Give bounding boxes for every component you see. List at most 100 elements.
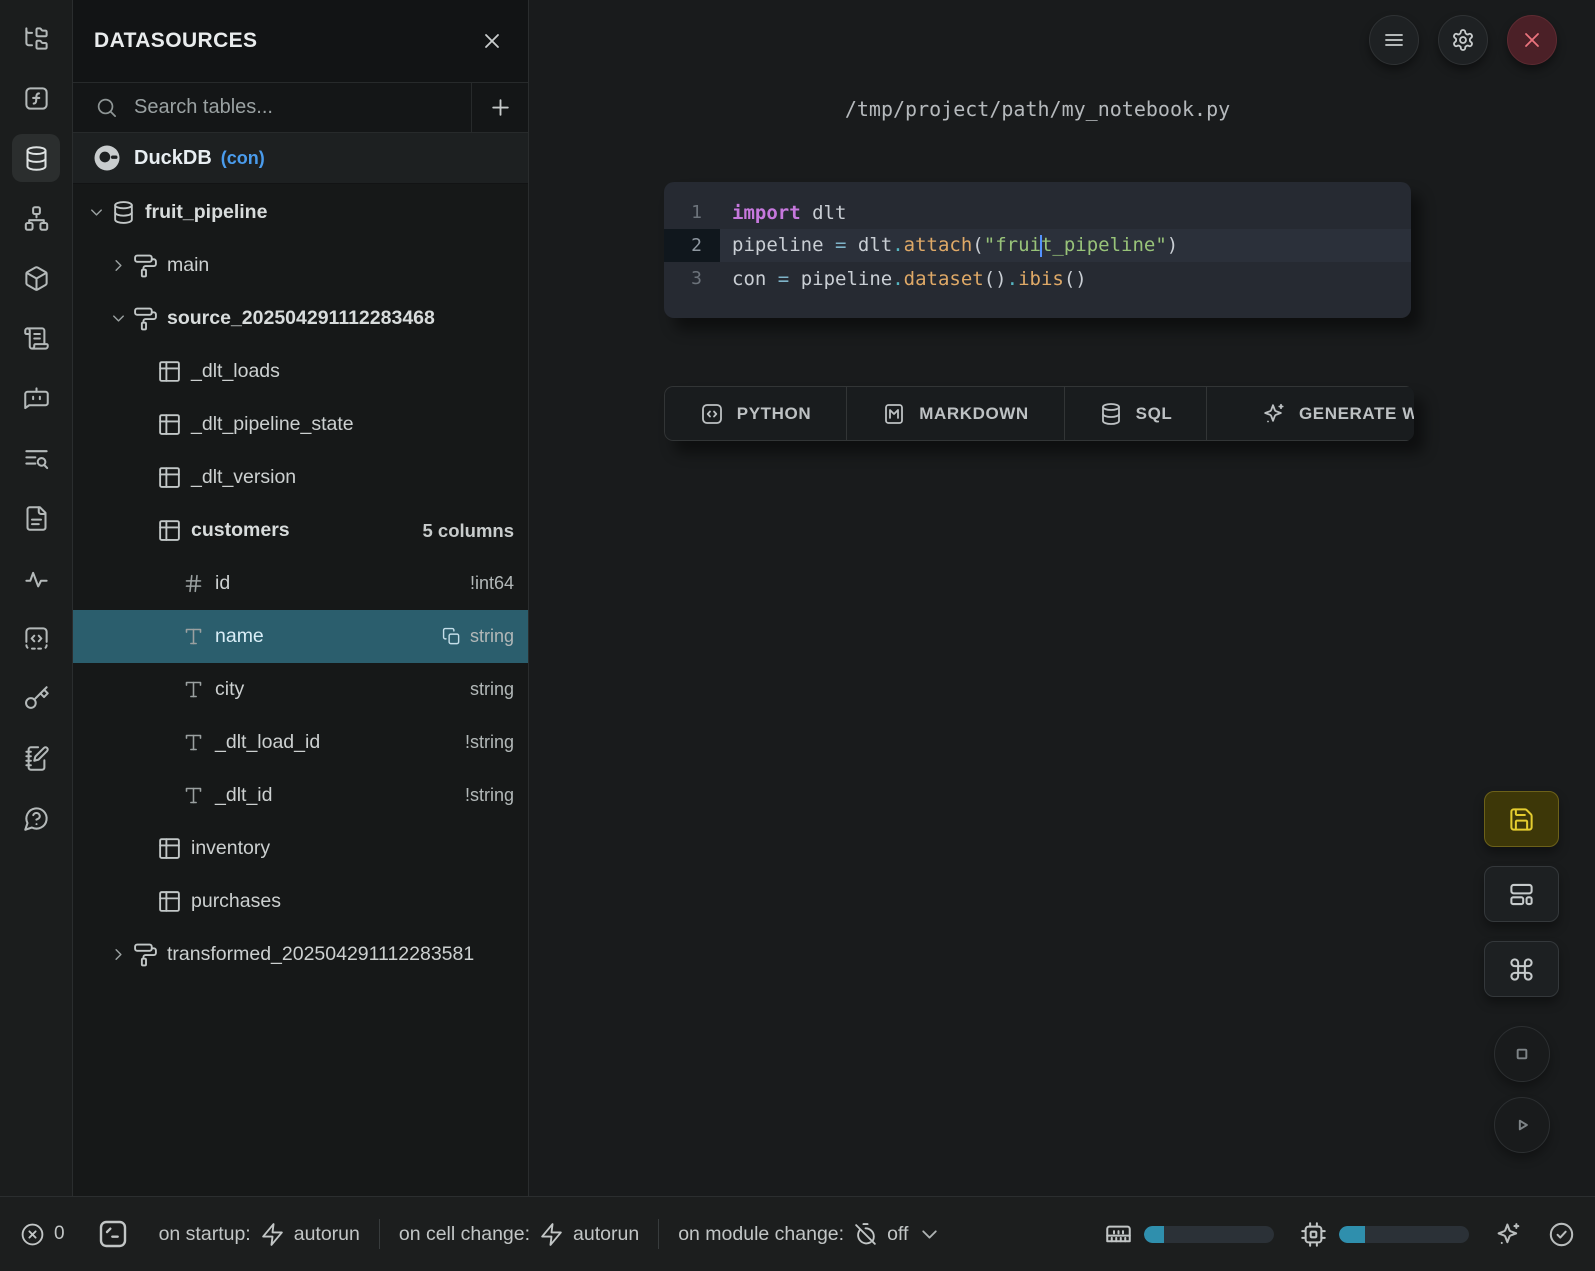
- code-cell[interactable]: 1import dlt2pipeline = dlt.attach("fruit…: [664, 182, 1411, 318]
- tree-table-_dlt_loads[interactable]: _dlt_loads: [73, 345, 528, 398]
- sidebar-item-documentation[interactable]: [12, 314, 60, 362]
- folder-tree-icon: [23, 25, 50, 52]
- add-datasource-button[interactable]: [471, 83, 528, 132]
- search-input[interactable]: [134, 96, 471, 119]
- chevron-right-icon: [109, 256, 128, 275]
- column-label: name: [215, 625, 264, 648]
- chevron-down-icon[interactable]: [87, 203, 111, 223]
- generate-with-ai-button[interactable]: GENERATE WITH AI: [1207, 386, 1414, 441]
- on-cell-change-setting[interactable]: on cell change:autorun: [399, 1222, 639, 1247]
- sparkles-icon: [1262, 402, 1286, 426]
- column-label: _dlt_id: [215, 784, 272, 807]
- settings-button[interactable]: [1438, 15, 1488, 65]
- add-sql-cell-button[interactable]: SQL: [1065, 386, 1207, 441]
- type-icon: [183, 785, 204, 806]
- tree-schema-source_202504291112283468[interactable]: source_202504291112283468: [73, 292, 528, 345]
- line-number: 1: [664, 196, 720, 229]
- stop-button[interactable]: [1494, 1026, 1550, 1082]
- chevron-down-icon[interactable]: [109, 309, 133, 329]
- chevron-right-icon: [109, 945, 128, 964]
- copy-icon[interactable]: [442, 627, 461, 646]
- sidebar-item-logs[interactable]: [12, 434, 60, 482]
- column-label: city: [215, 678, 244, 701]
- tree-database-fruit_pipeline[interactable]: fruit_pipeline: [73, 186, 528, 239]
- tree-column-name[interactable]: namestring: [73, 610, 528, 663]
- chevron-right-icon[interactable]: [109, 256, 133, 276]
- on-cell-change-value: autorun: [573, 1223, 639, 1246]
- connection-name: DuckDB: [134, 147, 212, 170]
- table-label: inventory: [191, 837, 270, 860]
- panel-header: DATASOURCES: [73, 0, 528, 83]
- run-button[interactable]: [1494, 1097, 1550, 1153]
- keyboard-shortcuts-button[interactable]: [1484, 941, 1559, 997]
- chevron-right-icon[interactable]: [109, 945, 133, 965]
- divider: [658, 1219, 659, 1249]
- tree-table-_dlt_version[interactable]: _dlt_version: [73, 451, 528, 504]
- ai-sparkles-icon[interactable]: [1495, 1221, 1522, 1248]
- add-python-cell-button[interactable]: PYTHON: [664, 386, 847, 441]
- table-label: purchases: [191, 890, 281, 913]
- tree-table-_dlt_pipeline_state[interactable]: _dlt_pipeline_state: [73, 398, 528, 451]
- terminal-icon[interactable]: [97, 1218, 129, 1250]
- health-check-icon[interactable]: [1548, 1221, 1575, 1248]
- sidebar-item-tracing[interactable]: [12, 554, 60, 602]
- tree-column-_dlt_id[interactable]: _dlt_id!string: [73, 769, 528, 822]
- errors-indicator[interactable]: 0: [20, 1222, 65, 1247]
- layout-top-icon: [1508, 881, 1535, 908]
- plus-icon: [488, 95, 513, 120]
- save-button[interactable]: [1484, 791, 1559, 847]
- table-label: _dlt_pipeline_state: [191, 413, 354, 436]
- close-panel-icon[interactable]: [480, 29, 504, 53]
- on-module-change-setting[interactable]: on module change:off: [678, 1222, 942, 1247]
- on-startup-setting[interactable]: on startup:autorun: [159, 1222, 360, 1247]
- table-meta: 5 columns: [423, 520, 515, 542]
- notebook-menu-button[interactable]: [1369, 15, 1419, 65]
- tree-schema-transformed_202504291112283581[interactable]: transformed_202504291112283581: [73, 928, 528, 981]
- tree-column-id[interactable]: id!int64: [73, 557, 528, 610]
- type-icon: [183, 626, 204, 647]
- sidebar-item-datasources[interactable]: [12, 134, 60, 182]
- paint-roller-icon: [133, 306, 158, 331]
- table-icon: [157, 889, 182, 914]
- sidebar-item-file-explorer[interactable]: [12, 14, 60, 62]
- statusbar-right: [1105, 1221, 1575, 1248]
- tree-schema-main[interactable]: main: [73, 239, 528, 292]
- sidebar-item-scratchpad[interactable]: [12, 734, 60, 782]
- network-icon: [23, 205, 50, 232]
- table-label: _dlt_version: [191, 466, 296, 489]
- tree-column-_dlt_load_id[interactable]: _dlt_load_id!string: [73, 716, 528, 769]
- chevron-down-icon: [87, 203, 106, 222]
- tree-table-purchases[interactable]: purchases: [73, 875, 528, 928]
- datasource-tree: fruit_pipelinemain source_202504291112283…: [73, 184, 528, 981]
- sidebar-item-packages[interactable]: [12, 254, 60, 302]
- notebook-pen-icon: [23, 745, 50, 772]
- connection-duckdb[interactable]: DuckDB (con): [73, 133, 528, 184]
- sidebar-item-secrets[interactable]: [12, 674, 60, 722]
- notebook-actions: [1369, 15, 1557, 65]
- sidebar-item-outline[interactable]: [12, 614, 60, 662]
- add-markdown-cell-label: MARKDOWN: [919, 404, 1029, 424]
- layout-button[interactable]: [1484, 866, 1559, 922]
- add-markdown-cell-button[interactable]: MARKDOWN: [847, 386, 1065, 441]
- tree-table-customers[interactable]: customers5 columns: [73, 504, 528, 557]
- hash-icon: [183, 573, 204, 594]
- sidebar-item-chat[interactable]: [12, 374, 60, 422]
- search-field: [73, 83, 471, 132]
- file-text-icon: [23, 505, 50, 532]
- sidebar-item-dependencies[interactable]: [12, 194, 60, 242]
- sidebar-item-snippets[interactable]: [12, 494, 60, 542]
- gear-icon: [1451, 28, 1475, 52]
- stop-square-icon: [1509, 1041, 1535, 1067]
- zap-icon: [539, 1222, 564, 1247]
- sidebar-item-variables[interactable]: [12, 74, 60, 122]
- schema-label: source_202504291112283468: [167, 307, 435, 330]
- panel-title: DATASOURCES: [94, 29, 257, 53]
- tree-column-city[interactable]: citystring: [73, 663, 528, 716]
- on-startup-value: autorun: [294, 1223, 360, 1246]
- sidebar-item-help[interactable]: [12, 794, 60, 842]
- shutdown-button[interactable]: [1507, 15, 1557, 65]
- add-sql-cell-label: SQL: [1136, 404, 1173, 424]
- marimo-app: DATASOURCES DuckDB (con) fruit_pipelinem…: [0, 0, 1595, 1271]
- list-search-icon: [23, 445, 50, 472]
- tree-table-inventory[interactable]: inventory: [73, 822, 528, 875]
